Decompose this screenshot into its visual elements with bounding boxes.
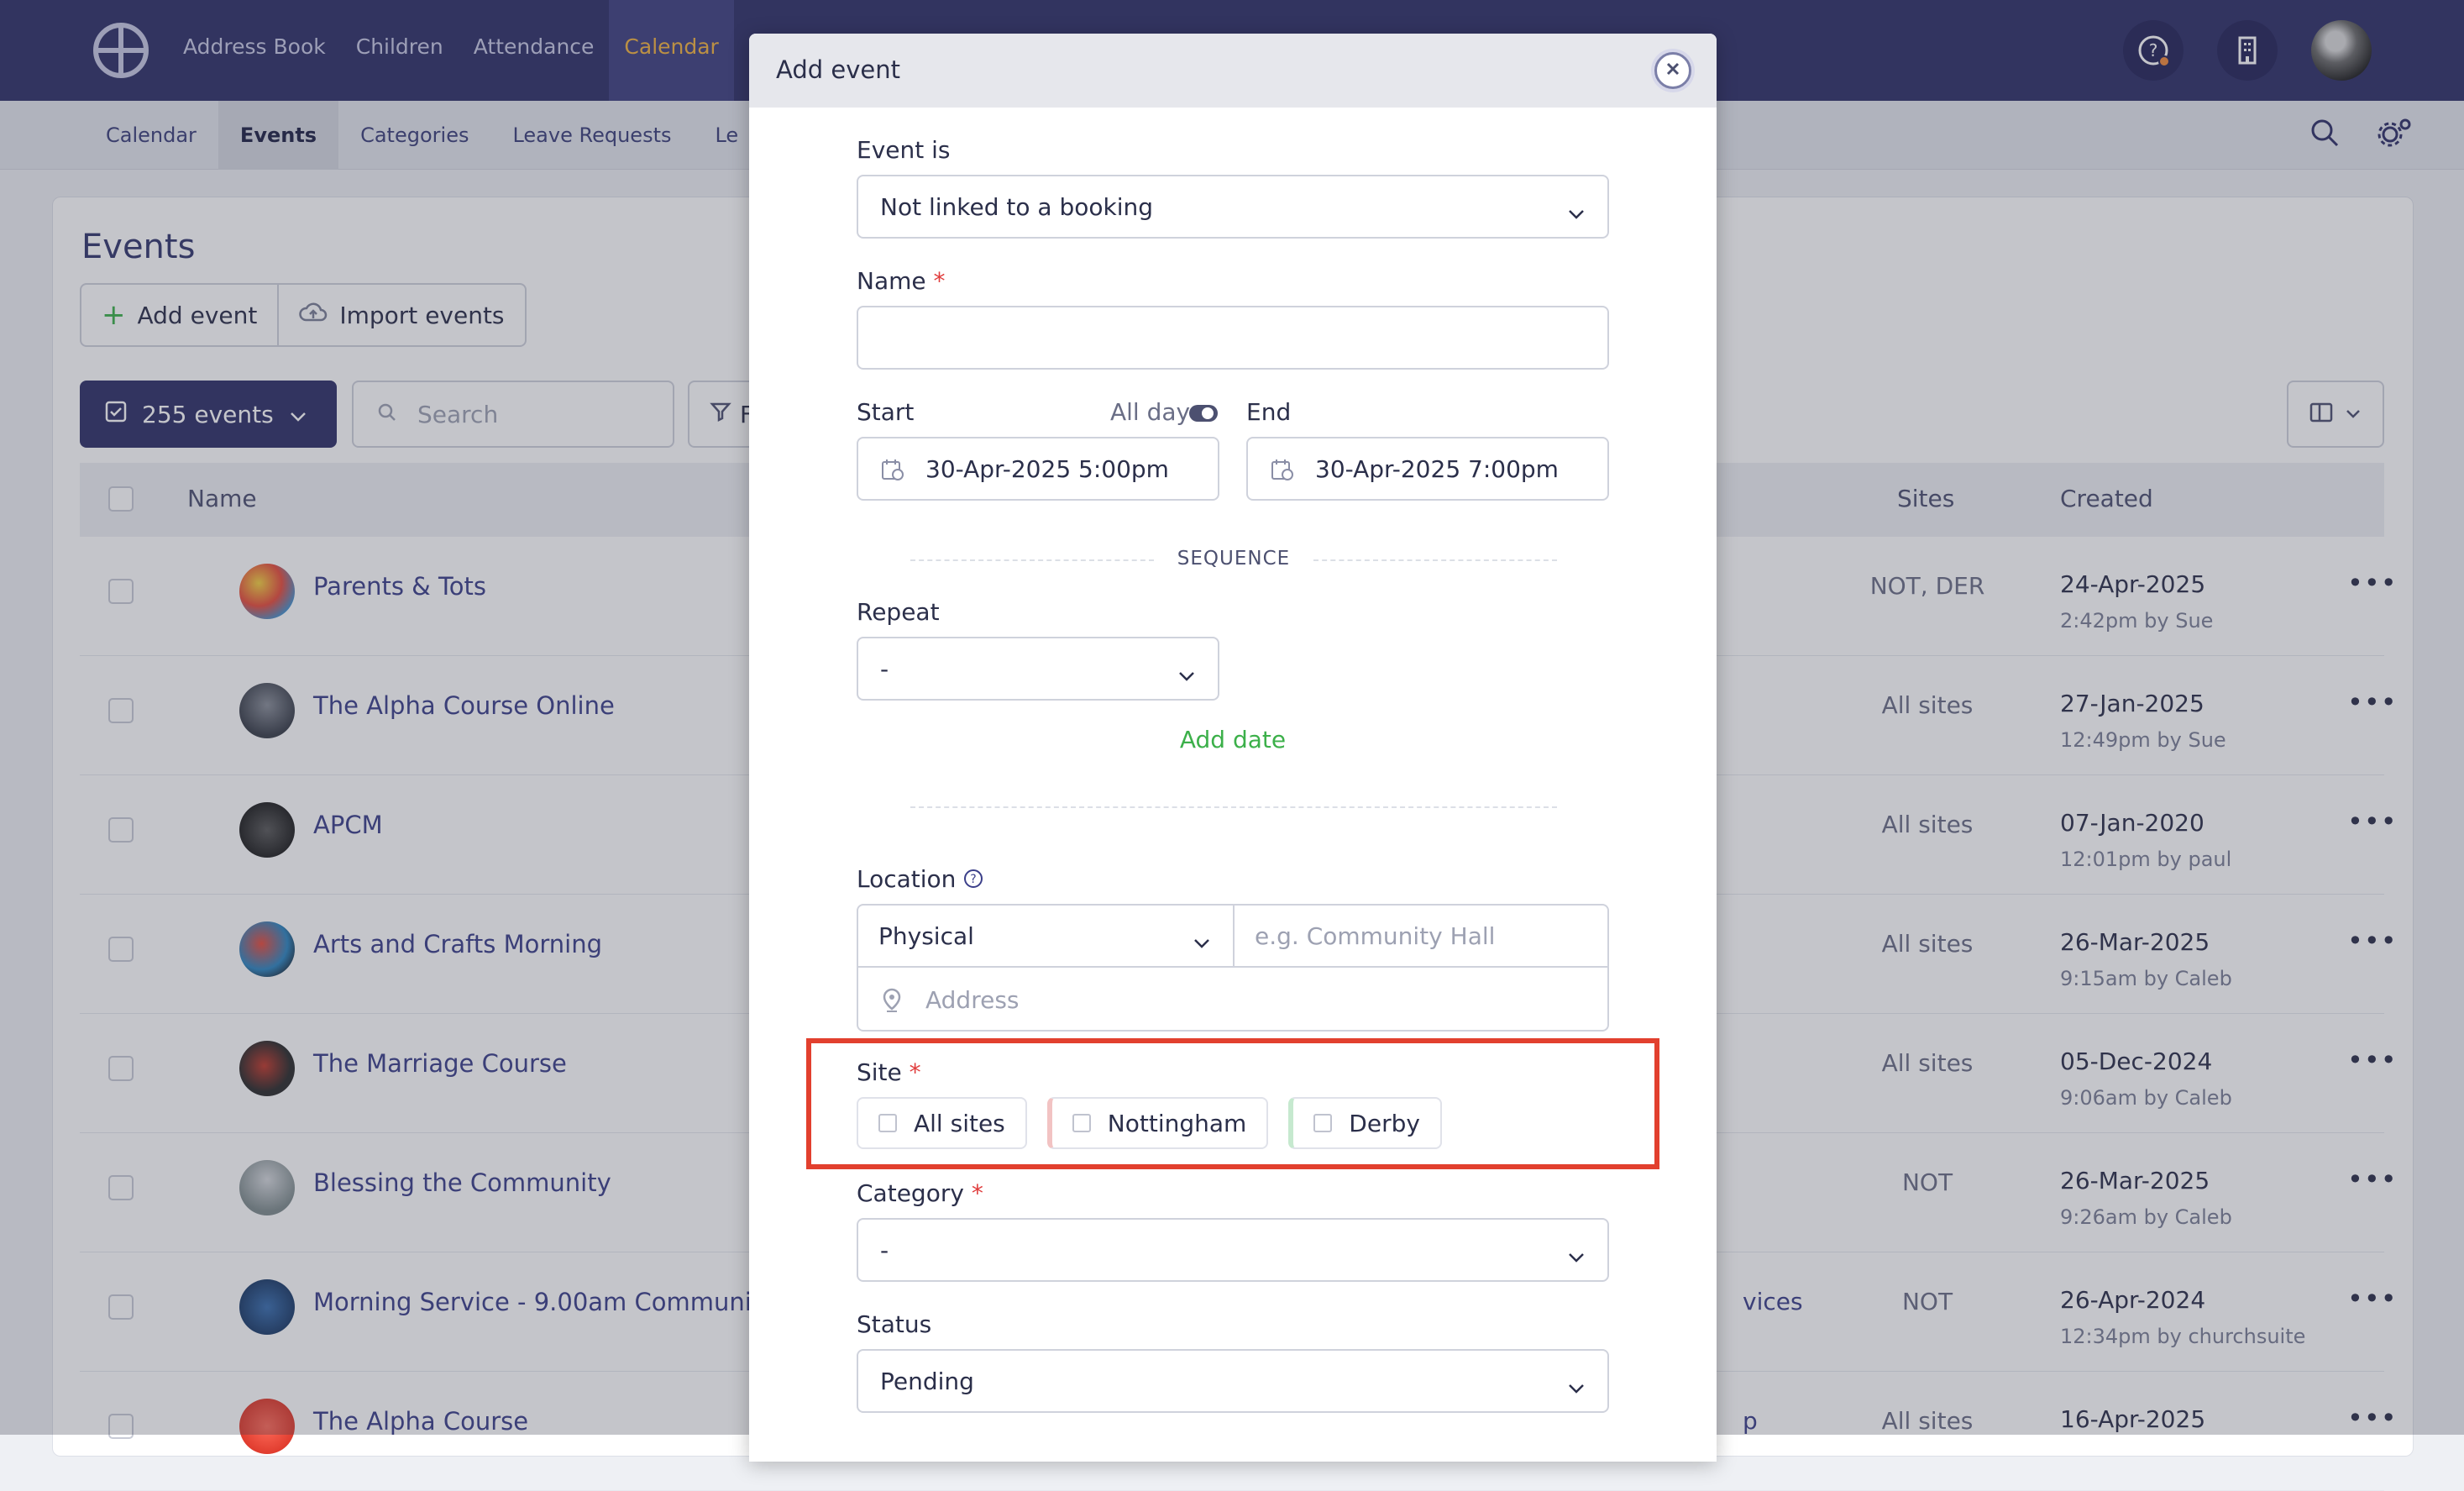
add-event-modal: Add event Event is Not linked to a booki… (749, 34, 1717, 1462)
map-pin-icon (882, 988, 902, 1019)
modal-header: Add event (749, 34, 1717, 108)
status-label: Status (857, 1310, 932, 1338)
sequence-label: SEQUENCE (1177, 548, 1291, 570)
svg-text:?: ? (971, 873, 977, 886)
toggle-knob (1202, 407, 1214, 419)
dashed-divider (910, 806, 1557, 808)
category-select[interactable]: - (857, 1218, 1609, 1282)
required-mark: * (971, 1179, 983, 1207)
chevron-down-icon (1567, 1373, 1586, 1400)
add-date-link[interactable]: Add date (749, 726, 1717, 753)
modal-title: Add event (776, 55, 900, 84)
site-highlight-box (806, 1038, 1659, 1169)
address-input[interactable]: Address (858, 968, 1609, 1032)
event-is-value: Not linked to a booking (880, 192, 1153, 221)
end-label: End (1246, 398, 1292, 426)
name-input[interactable] (857, 306, 1609, 370)
start-datetime-input[interactable]: 30-Apr-2025 5:00pm (857, 437, 1219, 501)
location-name-placeholder: e.g. Community Hall (1255, 921, 1496, 950)
chevron-down-icon (1193, 927, 1211, 955)
chevron-down-icon (1567, 198, 1586, 226)
repeat-select[interactable]: - (857, 637, 1219, 701)
sequence-divider: SEQUENCE (910, 543, 1557, 576)
end-datetime-input[interactable]: 30-Apr-2025 7:00pm (1246, 437, 1609, 501)
name-label-text: Name (857, 267, 926, 295)
category-label-text: Category (857, 1179, 964, 1207)
divider-line (1313, 559, 1557, 561)
close-button[interactable] (1654, 52, 1691, 89)
location-type-select[interactable]: Physical (858, 906, 1235, 968)
help-circle-icon[interactable]: ? (963, 867, 983, 895)
status-value: Pending (880, 1367, 974, 1395)
event-is-select[interactable]: Not linked to a booking (857, 175, 1609, 239)
all-day-label: All day (1110, 398, 1190, 426)
location-group: Physical e.g. Community Hall Address (857, 904, 1609, 1032)
location-label: Location ? (857, 865, 983, 895)
required-mark: * (933, 267, 946, 295)
repeat-value: - (880, 654, 889, 683)
start-label: Start (857, 398, 915, 426)
calendar-clock-icon (880, 457, 905, 488)
all-day-text: All day (1110, 398, 1191, 426)
name-label: Name * (857, 267, 946, 295)
address-placeholder: Address (925, 985, 1020, 1014)
category-value: - (880, 1236, 889, 1264)
status-select[interactable]: Pending (857, 1349, 1609, 1413)
all-day-toggle[interactable] (1189, 405, 1218, 422)
location-label-text: Location (857, 865, 957, 893)
calendar-clock-icon (1270, 457, 1295, 488)
category-label: Category * (857, 1179, 983, 1207)
repeat-label: Repeat (857, 598, 940, 626)
chevron-down-icon (1177, 660, 1196, 688)
location-type-value: Physical (878, 921, 974, 950)
event-is-label: Event is (857, 136, 951, 164)
close-icon (1665, 60, 1681, 81)
location-name-input[interactable]: e.g. Community Hall (1235, 906, 1609, 968)
chevron-down-icon (1567, 1242, 1586, 1269)
